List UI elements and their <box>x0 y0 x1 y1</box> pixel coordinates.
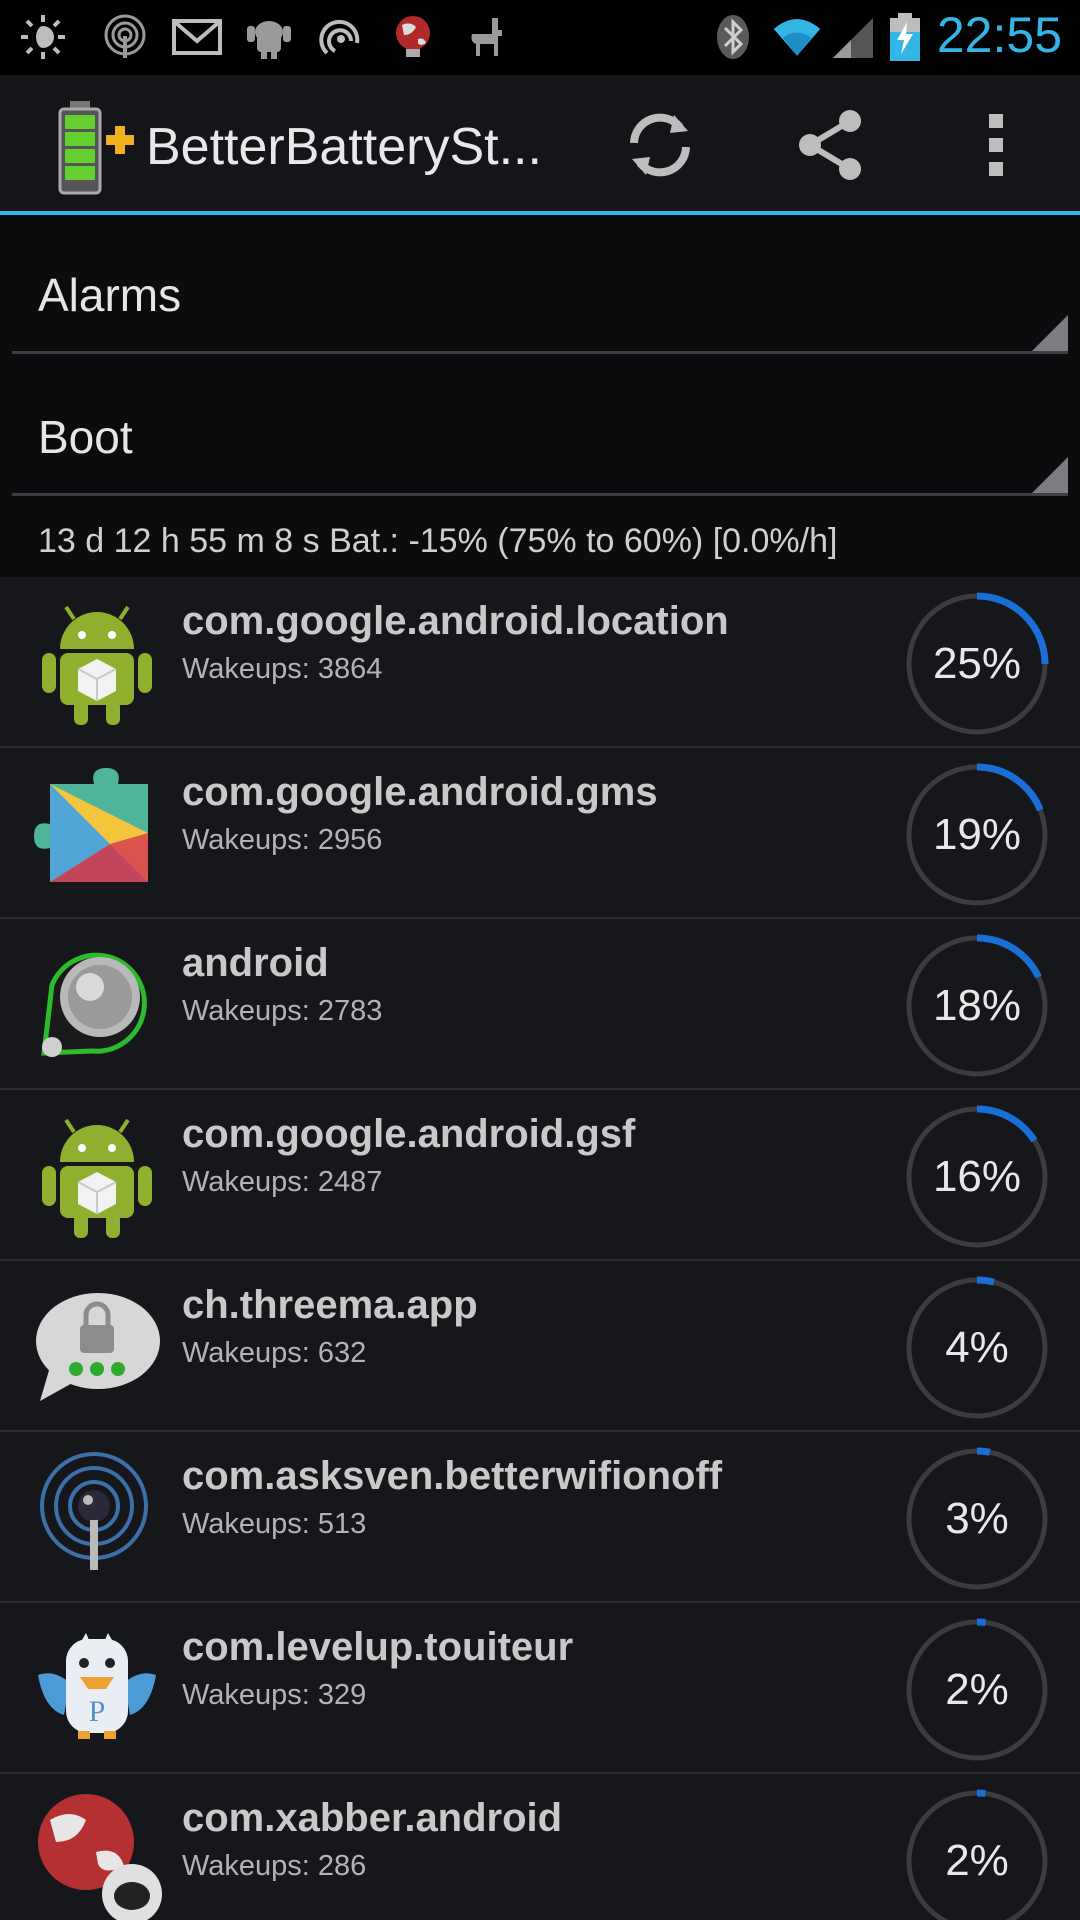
percent-gauge: 18% <box>904 933 1050 1079</box>
percent-label: 4% <box>945 1323 1009 1372</box>
percent-gauge: 19% <box>904 762 1050 908</box>
list-item[interactable]: com.xabber.android Wakeups: 286 2% <box>0 1774 1080 1920</box>
list-item[interactable]: com.google.android.location Wakeups: 386… <box>0 577 1080 748</box>
battery-summary: 13 d 12 h 55 m 8 s Bat.: -15% (75% to 60… <box>38 522 838 560</box>
threema-icon <box>30 1277 164 1411</box>
percent-gauge: 2% <box>904 1788 1050 1920</box>
app-name: ch.threema.app <box>182 1283 478 1327</box>
android-robot-icon <box>30 593 164 727</box>
status-bar: 22:55 <box>0 0 1080 75</box>
spinner-dropdown-icon <box>1032 315 1068 351</box>
app-name: com.asksven.betterwifionoff <box>182 1454 723 1498</box>
wifi-icon <box>772 12 822 62</box>
android-robot-icon <box>30 1106 164 1240</box>
wakeups-count: Wakeups: 329 <box>182 1679 367 1711</box>
overflow-menu-icon[interactable] <box>956 105 1036 185</box>
wakeups-count: Wakeups: 2956 <box>182 824 383 856</box>
app-title: BetterBatterySt... <box>146 118 542 176</box>
signal-icon <box>828 12 878 62</box>
android-knob-icon <box>30 935 164 1069</box>
stats-list: com.google.android.location Wakeups: 386… <box>0 577 1080 1920</box>
percent-label: 25% <box>932 639 1022 688</box>
reference-spinner[interactable]: Boot <box>12 372 1068 496</box>
app-name: com.google.android.gsf <box>182 1112 636 1156</box>
spinner-dropdown-icon <box>1032 457 1068 493</box>
status-clock: 22:55 <box>936 7 1062 63</box>
wakeups-count: Wakeups: 3864 <box>182 653 383 685</box>
percent-label: 19% <box>932 810 1022 859</box>
stat-type-spinner[interactable]: Alarms <box>12 230 1068 354</box>
percent-gauge: 16% <box>904 1104 1050 1250</box>
percent-label: 3% <box>945 1494 1009 1543</box>
share-icon[interactable] <box>790 105 870 185</box>
wifi-tether-icon <box>100 12 150 62</box>
percent-label: 18% <box>932 981 1022 1030</box>
play-services-icon <box>30 764 164 898</box>
list-item[interactable]: P com.levelup.touiteur Wakeups: 329 2% <box>0 1603 1080 1774</box>
list-item[interactable]: android Wakeups: 2783 18% <box>0 919 1080 1090</box>
reference-label: Boot <box>38 411 133 463</box>
llama-icon <box>460 12 510 62</box>
brightness-icon <box>18 12 68 62</box>
battery-plus-icon[interactable] <box>56 101 136 195</box>
list-item[interactable]: com.asksven.betterwifionoff Wakeups: 513… <box>0 1432 1080 1603</box>
stat-type-label: Alarms <box>38 269 182 321</box>
percent-gauge: 2% <box>904 1617 1050 1763</box>
action-bar: BetterBatterySt... <box>0 75 1080 215</box>
android-bug-icon <box>244 12 294 62</box>
list-item[interactable]: com.google.android.gsf Wakeups: 2487 16% <box>0 1090 1080 1261</box>
list-item[interactable]: ch.threema.app Wakeups: 632 4% <box>0 1261 1080 1432</box>
plume-bird-icon: P <box>30 1619 164 1753</box>
wakeups-count: Wakeups: 632 <box>182 1337 367 1369</box>
percent-gauge: 25% <box>904 591 1050 737</box>
app-name: com.google.android.location <box>182 599 729 643</box>
percent-gauge: 4% <box>904 1275 1050 1421</box>
app-name: com.google.android.gms <box>182 770 658 814</box>
svg-text:P: P <box>89 1695 106 1728</box>
wifi-pin-icon <box>30 1448 164 1582</box>
wakeups-count: Wakeups: 286 <box>182 1850 367 1882</box>
app-name: com.levelup.touiteur <box>182 1625 574 1669</box>
percent-label: 2% <box>945 1665 1009 1714</box>
globe-bulb-icon <box>388 12 438 62</box>
refresh-icon[interactable] <box>620 105 700 185</box>
percent-gauge: 3% <box>904 1446 1050 1592</box>
percent-label: 16% <box>932 1152 1022 1201</box>
xabber-globe-icon <box>30 1790 164 1920</box>
list-item[interactable]: com.google.android.gms Wakeups: 2956 19% <box>0 748 1080 919</box>
gmail-icon <box>172 12 222 62</box>
app-name: android <box>182 941 329 985</box>
wakeups-count: Wakeups: 2783 <box>182 995 383 1027</box>
percent-label: 2% <box>945 1836 1009 1885</box>
app-name: com.xabber.android <box>182 1796 563 1840</box>
bluetooth-icon <box>708 12 758 62</box>
wakeups-count: Wakeups: 2487 <box>182 1166 383 1198</box>
sync-icon <box>316 12 366 62</box>
wakeups-count: Wakeups: 513 <box>182 1508 367 1540</box>
battery-charging-icon <box>880 12 930 62</box>
